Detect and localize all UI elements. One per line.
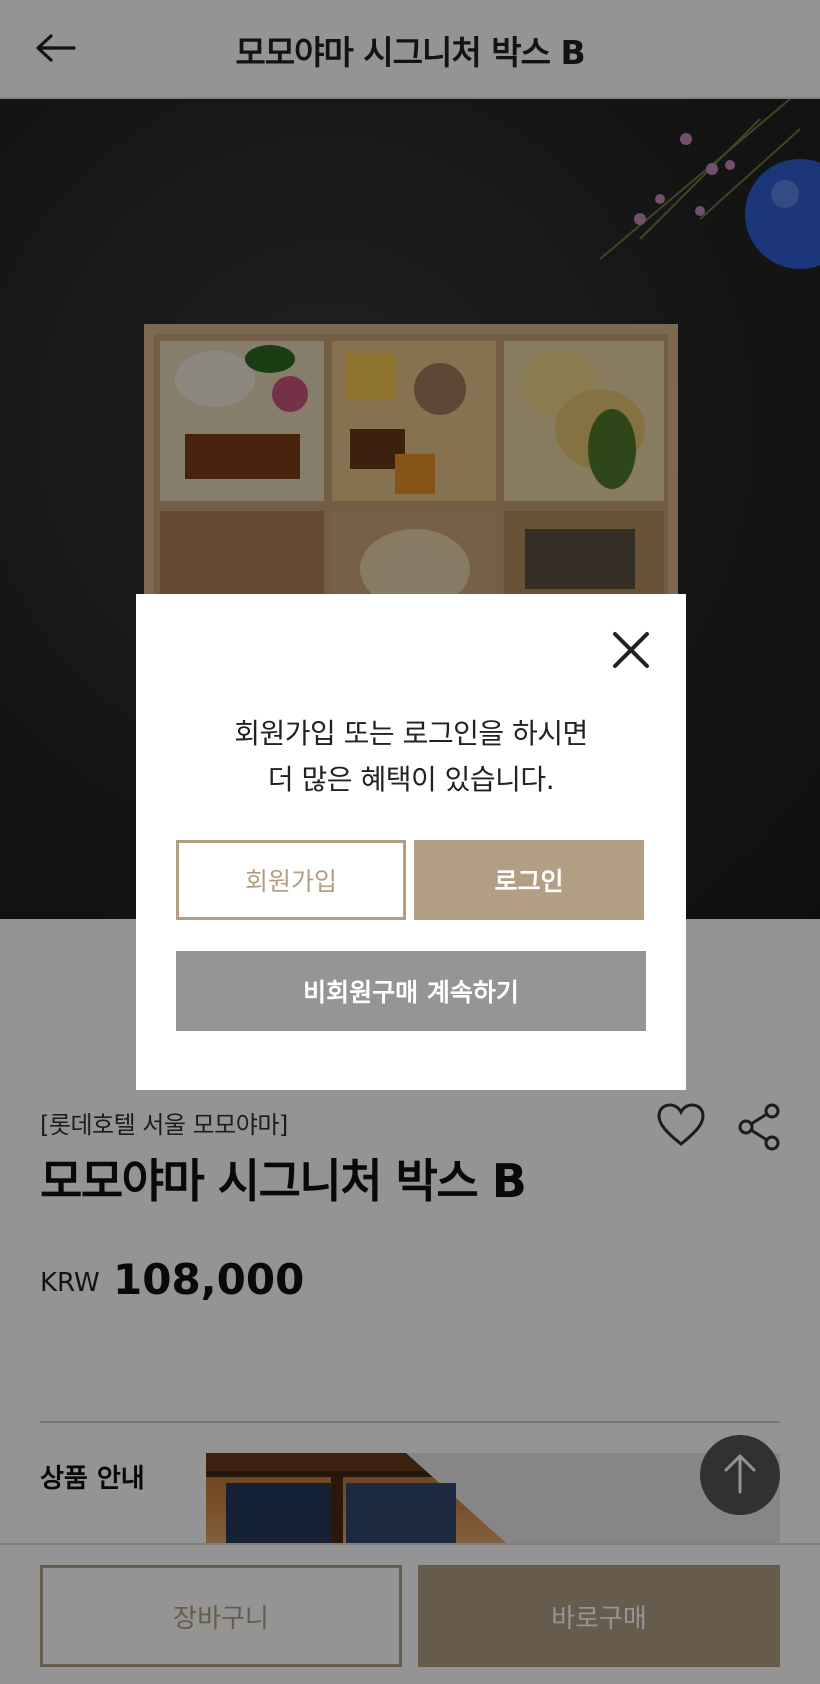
close-icon xyxy=(612,631,650,673)
close-button[interactable] xyxy=(606,627,656,677)
dialog-message: 회원가입 또는 로그인을 하시면 더 많은 혜택이 있습니다. xyxy=(136,711,686,803)
guest-checkout-button[interactable]: 비회원구매 계속하기 xyxy=(176,951,646,1031)
dialog-message-line2: 더 많은 혜택이 있습니다. xyxy=(267,763,555,796)
signup-button[interactable]: 회원가입 xyxy=(176,840,406,920)
login-button[interactable]: 로그인 xyxy=(414,840,644,920)
dialog-message-line1: 회원가입 또는 로그인을 하시면 xyxy=(234,717,588,750)
login-prompt-dialog: 회원가입 또는 로그인을 하시면 더 많은 혜택이 있습니다. 회원가입 로그인… xyxy=(136,594,686,1090)
